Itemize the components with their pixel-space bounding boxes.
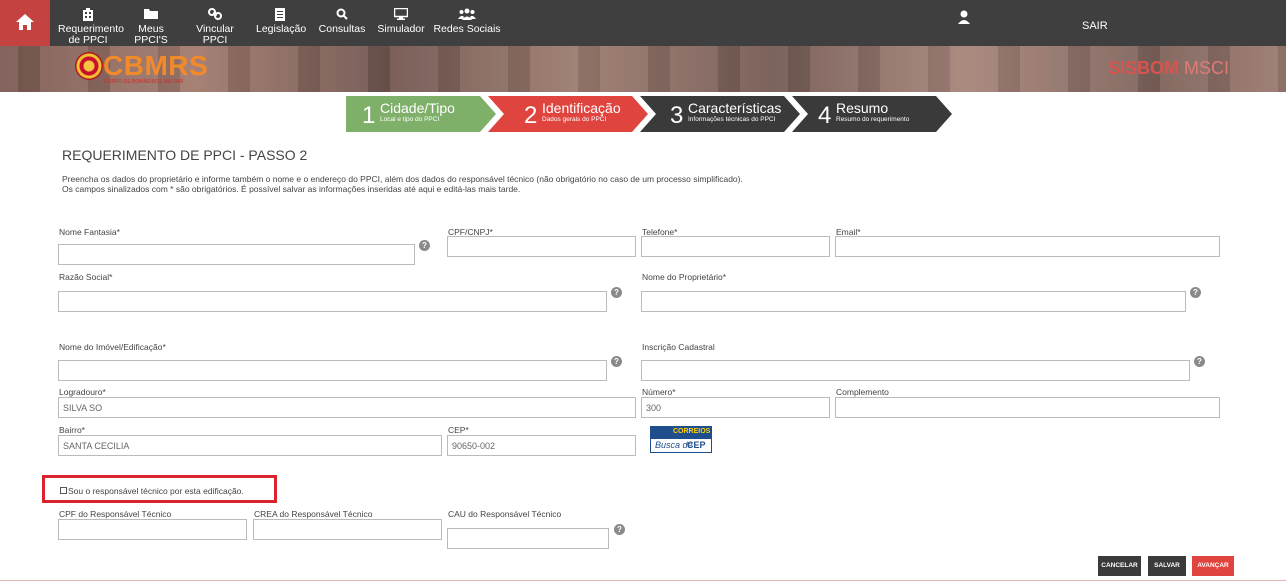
responsavel-checkbox[interactable] bbox=[60, 487, 67, 494]
numero-label: Número* bbox=[642, 387, 676, 397]
step-3-title: Características bbox=[688, 100, 782, 116]
razao-social-label: Razão Social* bbox=[59, 272, 113, 282]
system-brand: SISBOM MSCI bbox=[1108, 58, 1229, 79]
header-banner: CBMRS CORPO DE BOMBEIROS MILITAR SISBOM … bbox=[0, 46, 1286, 92]
folder-icon bbox=[124, 4, 178, 24]
nome-fantasia-input[interactable] bbox=[58, 244, 415, 265]
bairro-input[interactable] bbox=[58, 435, 442, 456]
nav-simulador-label: Simulador bbox=[377, 23, 425, 35]
step-3-number: 3 bbox=[670, 102, 684, 129]
step-2[interactable]: 2 Identificação Dados gerais do PPCI bbox=[488, 96, 648, 132]
top-nav: Requerimento de PPCI Meus PPCI'S Vincula… bbox=[0, 0, 1286, 46]
brand-msci: MSCI bbox=[1179, 58, 1230, 78]
logradouro-label: Logradouro* bbox=[59, 387, 106, 397]
search-icon bbox=[318, 4, 366, 24]
footer-divider bbox=[0, 580, 1286, 581]
nav-consultas-label: Consultas bbox=[318, 23, 366, 35]
document-icon bbox=[256, 4, 304, 24]
page-title: REQUERIMENTO DE PPCI - PASSO 2 bbox=[62, 147, 308, 163]
razao-social-input[interactable] bbox=[58, 291, 607, 312]
nome-imovel-input[interactable] bbox=[58, 360, 607, 381]
link-icon bbox=[186, 4, 244, 24]
cau-responsavel-input[interactable] bbox=[447, 528, 609, 549]
nav-consultas[interactable]: Consultas bbox=[318, 4, 366, 44]
user-menu[interactable] bbox=[958, 10, 970, 29]
crea-responsavel-input[interactable] bbox=[253, 519, 442, 540]
inscricao-cadastral-input[interactable] bbox=[641, 360, 1190, 381]
save-button[interactable]: SALVAR bbox=[1148, 556, 1186, 576]
step-4-number: 4 bbox=[818, 102, 832, 129]
nav-requerimento-label: Requerimento de PPCI bbox=[58, 23, 124, 46]
home-icon bbox=[16, 14, 34, 30]
nav-legislacao[interactable]: Legislação bbox=[256, 4, 307, 44]
nome-imovel-help-icon[interactable]: ? bbox=[611, 356, 622, 367]
next-button[interactable]: AVANÇAR bbox=[1192, 556, 1234, 576]
cbmrs-emblem-icon bbox=[75, 52, 103, 80]
nome-fantasia-help-icon[interactable]: ? bbox=[419, 240, 430, 251]
intro-line-2: Os campos sinalizados com * são obrigató… bbox=[62, 184, 521, 194]
step-1-subtitle: Local e tipo do PPCI bbox=[380, 116, 440, 123]
crea-responsavel-label: CREA do Responsável Técnico bbox=[254, 509, 373, 519]
users-icon bbox=[430, 4, 504, 24]
wizard-stepper: 1 Cidade/Tipo Local e tipo do PPCI 2 Ide… bbox=[346, 96, 956, 132]
nav-redes-sociais[interactable]: Redes Sociais bbox=[430, 4, 504, 44]
cpf-cnpj-input[interactable] bbox=[447, 236, 636, 257]
step-3[interactable]: 3 Características Informações técnicas d… bbox=[640, 96, 800, 132]
nav-meus-ppcis-label: Meus PPCI'S bbox=[134, 23, 168, 46]
intro-line-1: Preencha os dados do proprietário e info… bbox=[62, 174, 743, 184]
cep-label: CEP* bbox=[448, 425, 469, 435]
cau-responsavel-label: CAU do Responsável Técnico bbox=[448, 509, 562, 519]
logo-subtitle: CORPO DE BOMBEIROS MILITAR bbox=[104, 79, 184, 85]
email-input[interactable] bbox=[835, 236, 1220, 257]
monitor-icon bbox=[372, 4, 430, 24]
logradouro-input[interactable] bbox=[58, 397, 636, 418]
cep-input[interactable] bbox=[447, 435, 636, 456]
nav-vincular-label: Vincular PPCI bbox=[196, 23, 234, 46]
nome-imovel-label: Nome do Imóvel/Edificação* bbox=[59, 342, 166, 352]
nav-meus-ppcis[interactable]: Meus PPCI'S bbox=[124, 4, 178, 46]
correios-busca-cep-link[interactable]: CORREIOS Busca de CEP bbox=[650, 426, 712, 453]
step-1[interactable]: 1 Cidade/Tipo Local e tipo do PPCI bbox=[346, 96, 496, 132]
nav-vincular[interactable]: Vincular PPCI bbox=[186, 4, 244, 46]
cpf-responsavel-input[interactable] bbox=[58, 519, 247, 540]
complemento-input[interactable] bbox=[835, 397, 1220, 418]
inscricao-cadastral-help-icon[interactable]: ? bbox=[1194, 356, 1205, 367]
step-2-subtitle: Dados gerais do PPCI bbox=[542, 116, 607, 123]
cpf-responsavel-label: CPF do Responsável Técnico bbox=[59, 509, 172, 519]
numero-input[interactable] bbox=[641, 397, 830, 418]
step-4-title: Resumo bbox=[836, 100, 889, 116]
step-4-subtitle: Resumo do requerimento bbox=[836, 116, 910, 123]
responsavel-checkbox-label[interactable]: Sou o responsável técnico por esta edifi… bbox=[68, 486, 244, 496]
building-icon bbox=[58, 4, 118, 24]
nome-proprietario-label: Nome do Proprietário* bbox=[642, 272, 727, 282]
step-1-number: 1 bbox=[362, 102, 376, 129]
nav-redes-sociais-label: Redes Sociais bbox=[433, 23, 501, 35]
page-intro: Preencha os dados do proprietário e info… bbox=[62, 174, 743, 194]
cancel-button[interactable]: CANCELAR bbox=[1098, 556, 1141, 576]
razao-social-help-icon[interactable]: ? bbox=[611, 287, 622, 298]
step-2-title: Identificação bbox=[542, 100, 621, 116]
nav-simulador[interactable]: Simulador bbox=[372, 4, 430, 44]
logout-link[interactable]: SAIR bbox=[1082, 20, 1108, 32]
nome-fantasia-label: Nome Fantasia* bbox=[59, 227, 120, 237]
home-button[interactable] bbox=[0, 0, 50, 46]
step-3-subtitle: Informações técnicas do PPCI bbox=[688, 116, 776, 123]
complemento-label: Complemento bbox=[836, 387, 889, 397]
step-2-number: 2 bbox=[524, 102, 538, 129]
correios-cep-text: CEP bbox=[687, 440, 706, 450]
user-icon bbox=[958, 10, 970, 24]
telefone-input[interactable] bbox=[641, 236, 830, 257]
step-4[interactable]: 4 Resumo Resumo do requerimento bbox=[792, 96, 952, 132]
correios-brand: CORREIOS bbox=[673, 428, 711, 435]
nome-proprietario-input[interactable] bbox=[641, 291, 1186, 312]
cau-responsavel-help-icon[interactable]: ? bbox=[614, 524, 625, 535]
nav-requerimento[interactable]: Requerimento de PPCI bbox=[58, 4, 124, 46]
logo-text: CBMRS bbox=[103, 50, 209, 81]
bairro-label: Bairro* bbox=[59, 425, 85, 435]
inscricao-cadastral-label: Inscrição Cadastral bbox=[642, 342, 715, 352]
brand-sisbom: SISBOM bbox=[1108, 58, 1180, 78]
nome-proprietario-help-icon[interactable]: ? bbox=[1190, 287, 1201, 298]
nav-legislacao-label: Legislação bbox=[256, 23, 307, 35]
step-1-title: Cidade/Tipo bbox=[380, 100, 455, 116]
